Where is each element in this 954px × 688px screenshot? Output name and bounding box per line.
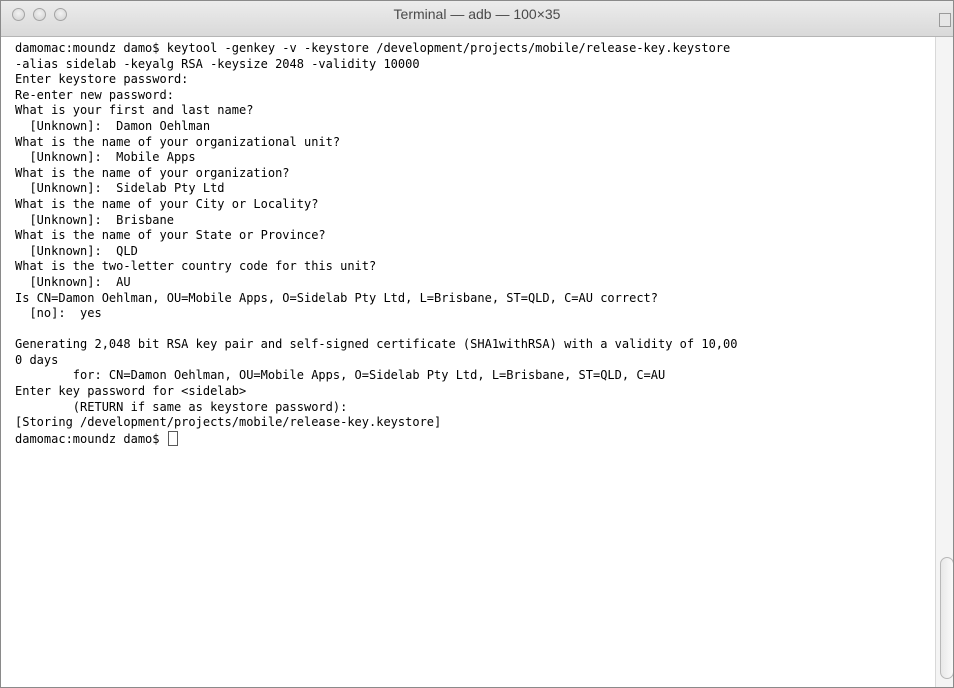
- scrollbar-thumb[interactable]: [940, 557, 953, 679]
- terminal-line: [Unknown]: AU: [15, 274, 131, 289]
- terminal-line: Generating 2,048 bit RSA key pair and se…: [15, 337, 738, 352]
- terminal-line: What is the name of your organization?: [15, 165, 290, 180]
- terminal-window: Terminal — adb — 100×35 damomac:moundz d…: [0, 0, 954, 688]
- terminal-line: Re-enter new password:: [15, 87, 174, 102]
- terminal-line: What is the name of your organizational …: [15, 134, 341, 149]
- terminal-line: Enter keystore password:: [15, 72, 189, 87]
- terminal-line: -alias sidelab -keyalg RSA -keysize 2048…: [15, 56, 420, 71]
- terminal-output[interactable]: damomac:moundz damo$ keytool -genkey -v …: [1, 37, 935, 687]
- terminal-line: What is your first and last name?: [15, 103, 254, 118]
- window-title: Terminal — adb — 100×35: [393, 6, 561, 22]
- terminal-line: [Unknown]: Brisbane: [15, 212, 174, 227]
- terminal-line: (RETURN if same as keystore password):: [15, 399, 348, 414]
- terminal-line: for: CN=Damon Oehlman, OU=Mobile Apps, O…: [15, 368, 666, 383]
- terminal-line: [Unknown]: Mobile Apps: [15, 150, 196, 165]
- terminal-line: Is CN=Damon Oehlman, OU=Mobile Apps, O=S…: [15, 290, 658, 305]
- terminal-line: [Storing /development/projects/mobile/re…: [15, 415, 442, 430]
- terminal-line: [Unknown]: QLD: [15, 243, 138, 258]
- vertical-scrollbar[interactable]: [935, 37, 953, 687]
- terminal-line: Enter key password for <sidelab>: [15, 384, 247, 399]
- terminal-line: [Unknown]: Damon Oehlman: [15, 118, 211, 133]
- terminal-prompt: damomac:moundz damo$: [15, 431, 167, 446]
- terminal-line: damomac:moundz damo$ keytool -genkey -v …: [15, 41, 731, 55]
- title-bar[interactable]: Terminal — adb — 100×35: [1, 1, 953, 37]
- terminal-line: What is the name of your State or Provin…: [15, 228, 326, 243]
- terminal-line: 0 days: [15, 352, 59, 367]
- terminal-line: What is the name of your City or Localit…: [15, 196, 319, 211]
- terminal-prompt-line[interactable]: damomac:moundz damo$: [15, 430, 935, 447]
- toolbar-toggle-button[interactable]: [939, 13, 951, 27]
- text-cursor: [167, 430, 178, 446]
- terminal-line: [Unknown]: Sidelab Pty Ltd: [15, 181, 225, 196]
- terminal-line: What is the two-letter country code for …: [15, 259, 377, 274]
- terminal-line: [no]: yes: [15, 306, 102, 321]
